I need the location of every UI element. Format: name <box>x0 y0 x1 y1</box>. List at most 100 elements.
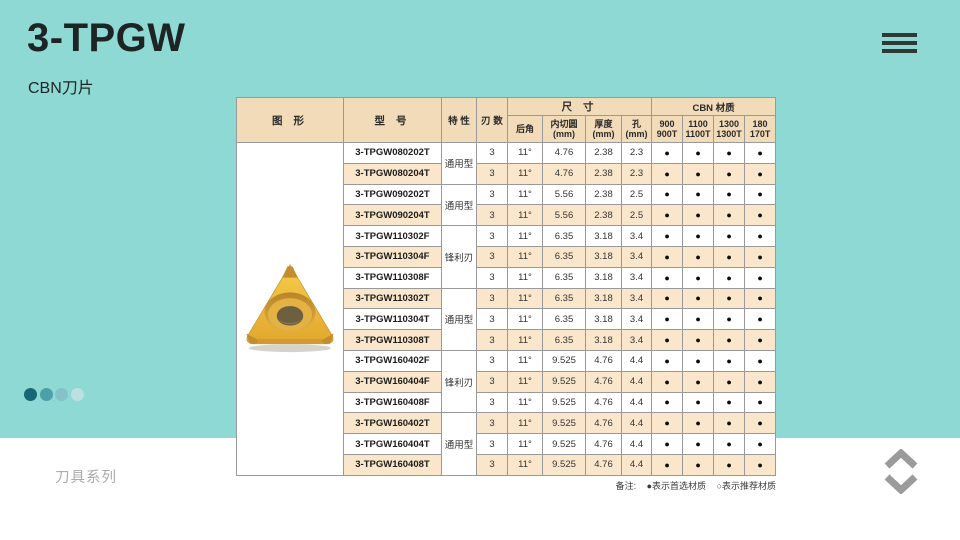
material-dot-1300: ● <box>714 184 745 205</box>
inscribed-circle-value: 5.56 <box>543 184 586 205</box>
triangular-insert-illustration <box>241 262 339 356</box>
thickness-value: 3.18 <box>586 330 622 351</box>
pagination-dot[interactable] <box>71 388 84 401</box>
clearance-angle-value: 11° <box>508 143 543 164</box>
model-number: 3-TPGW110308F <box>344 267 442 288</box>
pagination-dot-active[interactable] <box>24 388 37 401</box>
material-dot-180: ● <box>745 392 776 413</box>
hole-value: 4.4 <box>622 392 652 413</box>
header-material-1300: 13001300T <box>714 116 745 143</box>
material-dot-900: ● <box>652 434 683 455</box>
material-dot-1100: ● <box>683 205 714 226</box>
scroll-up-button[interactable] <box>884 449 918 469</box>
edge-count: 3 <box>477 267 508 288</box>
pagination-dot[interactable] <box>55 388 68 401</box>
model-number: 3-TPGW160402F <box>344 350 442 371</box>
thickness-value: 4.76 <box>586 413 622 434</box>
clearance-angle-value: 11° <box>508 226 543 247</box>
material-dot-1100: ● <box>683 288 714 309</box>
hole-value: 3.4 <box>622 309 652 330</box>
material-dot-900: ● <box>652 330 683 351</box>
clearance-angle-value: 11° <box>508 309 543 330</box>
hole-value: 2.3 <box>622 163 652 184</box>
material-dot-1100: ● <box>683 392 714 413</box>
scroll-down-button[interactable] <box>884 474 918 494</box>
material-dot-1300: ● <box>714 288 745 309</box>
inscribed-circle-value: 6.35 <box>543 226 586 247</box>
edge-count: 3 <box>477 143 508 164</box>
thickness-value: 2.38 <box>586 143 622 164</box>
clearance-angle-value: 11° <box>508 434 543 455</box>
material-dot-180: ● <box>745 371 776 392</box>
model-number: 3-TPGW090204T <box>344 205 442 226</box>
material-dot-900: ● <box>652 350 683 371</box>
model-number: 3-TPGW160408T <box>344 454 442 475</box>
inscribed-circle-value: 4.76 <box>543 163 586 184</box>
clearance-angle-value: 11° <box>508 205 543 226</box>
material-dot-900: ● <box>652 392 683 413</box>
hole-value: 4.4 <box>622 350 652 371</box>
inscribed-circle-value: 9.525 <box>543 434 586 455</box>
edge-count: 3 <box>477 246 508 267</box>
material-dot-900: ● <box>652 413 683 434</box>
inscribed-circle-value: 9.525 <box>543 371 586 392</box>
material-dot-180: ● <box>745 246 776 267</box>
header-clearance-angle: 后角 <box>508 116 543 143</box>
header-thickness: 厚度(mm) <box>586 116 622 143</box>
material-dot-1300: ● <box>714 205 745 226</box>
clearance-angle-value: 11° <box>508 350 543 371</box>
material-dot-1300: ● <box>714 371 745 392</box>
hole-value: 3.4 <box>622 226 652 247</box>
note-recommended-material: ○表示推荐材质 <box>717 481 776 491</box>
header-feature: 特 性 <box>442 98 477 143</box>
material-dot-900: ● <box>652 309 683 330</box>
thickness-value: 4.76 <box>586 454 622 475</box>
product-table: 图 形 型 号 特 性 刃 数 尺 寸 CBN 材质 后角 内切圆(mm) 厚度… <box>236 97 776 476</box>
hole-value: 3.4 <box>622 288 652 309</box>
material-dot-900: ● <box>652 267 683 288</box>
material-dot-180: ● <box>745 267 776 288</box>
edge-count: 3 <box>477 205 508 226</box>
model-number: 3-TPGW110302T <box>344 288 442 309</box>
clearance-angle-value: 11° <box>508 246 543 267</box>
insert-image <box>237 143 343 475</box>
edge-count: 3 <box>477 454 508 475</box>
inscribed-circle-value: 6.35 <box>543 246 586 267</box>
material-dot-1100: ● <box>683 143 714 164</box>
pagination-dots <box>24 388 84 401</box>
thickness-value: 2.38 <box>586 184 622 205</box>
menu-button[interactable] <box>882 33 917 55</box>
figure-cell <box>237 143 344 476</box>
material-dot-900: ● <box>652 205 683 226</box>
model-number: 3-TPGW160408F <box>344 392 442 413</box>
hamburger-icon <box>882 41 917 45</box>
material-dot-1300: ● <box>714 163 745 184</box>
material-dot-1100: ● <box>683 184 714 205</box>
note-prefix: 备注: <box>616 481 637 491</box>
material-dot-180: ● <box>745 226 776 247</box>
thickness-value: 4.76 <box>586 434 622 455</box>
material-dot-900: ● <box>652 288 683 309</box>
insert-spec-table: 图 形 型 号 特 性 刃 数 尺 寸 CBN 材质 后角 内切圆(mm) 厚度… <box>236 97 776 476</box>
edge-count: 3 <box>477 413 508 434</box>
material-dot-180: ● <box>745 413 776 434</box>
thickness-value: 3.18 <box>586 309 622 330</box>
material-dot-180: ● <box>745 288 776 309</box>
hole-value: 4.4 <box>622 413 652 434</box>
feature-cell: 通用型 <box>442 184 477 226</box>
feature-cell: 通用型 <box>442 288 477 350</box>
edge-count: 3 <box>477 226 508 247</box>
model-number: 3-TPGW080202T <box>344 143 442 164</box>
inscribed-circle-value: 4.76 <box>543 143 586 164</box>
material-dot-900: ● <box>652 163 683 184</box>
model-number: 3-TPGW110308T <box>344 330 442 351</box>
pagination-dot[interactable] <box>40 388 53 401</box>
material-dot-1100: ● <box>683 350 714 371</box>
clearance-angle-value: 11° <box>508 330 543 351</box>
table-row: 3-TPGW080202T通用型311°4.762.382.3●●●● <box>237 143 776 164</box>
material-dot-1100: ● <box>683 413 714 434</box>
material-dot-1300: ● <box>714 309 745 330</box>
material-dot-180: ● <box>745 350 776 371</box>
thickness-value: 3.18 <box>586 246 622 267</box>
clearance-angle-value: 11° <box>508 454 543 475</box>
